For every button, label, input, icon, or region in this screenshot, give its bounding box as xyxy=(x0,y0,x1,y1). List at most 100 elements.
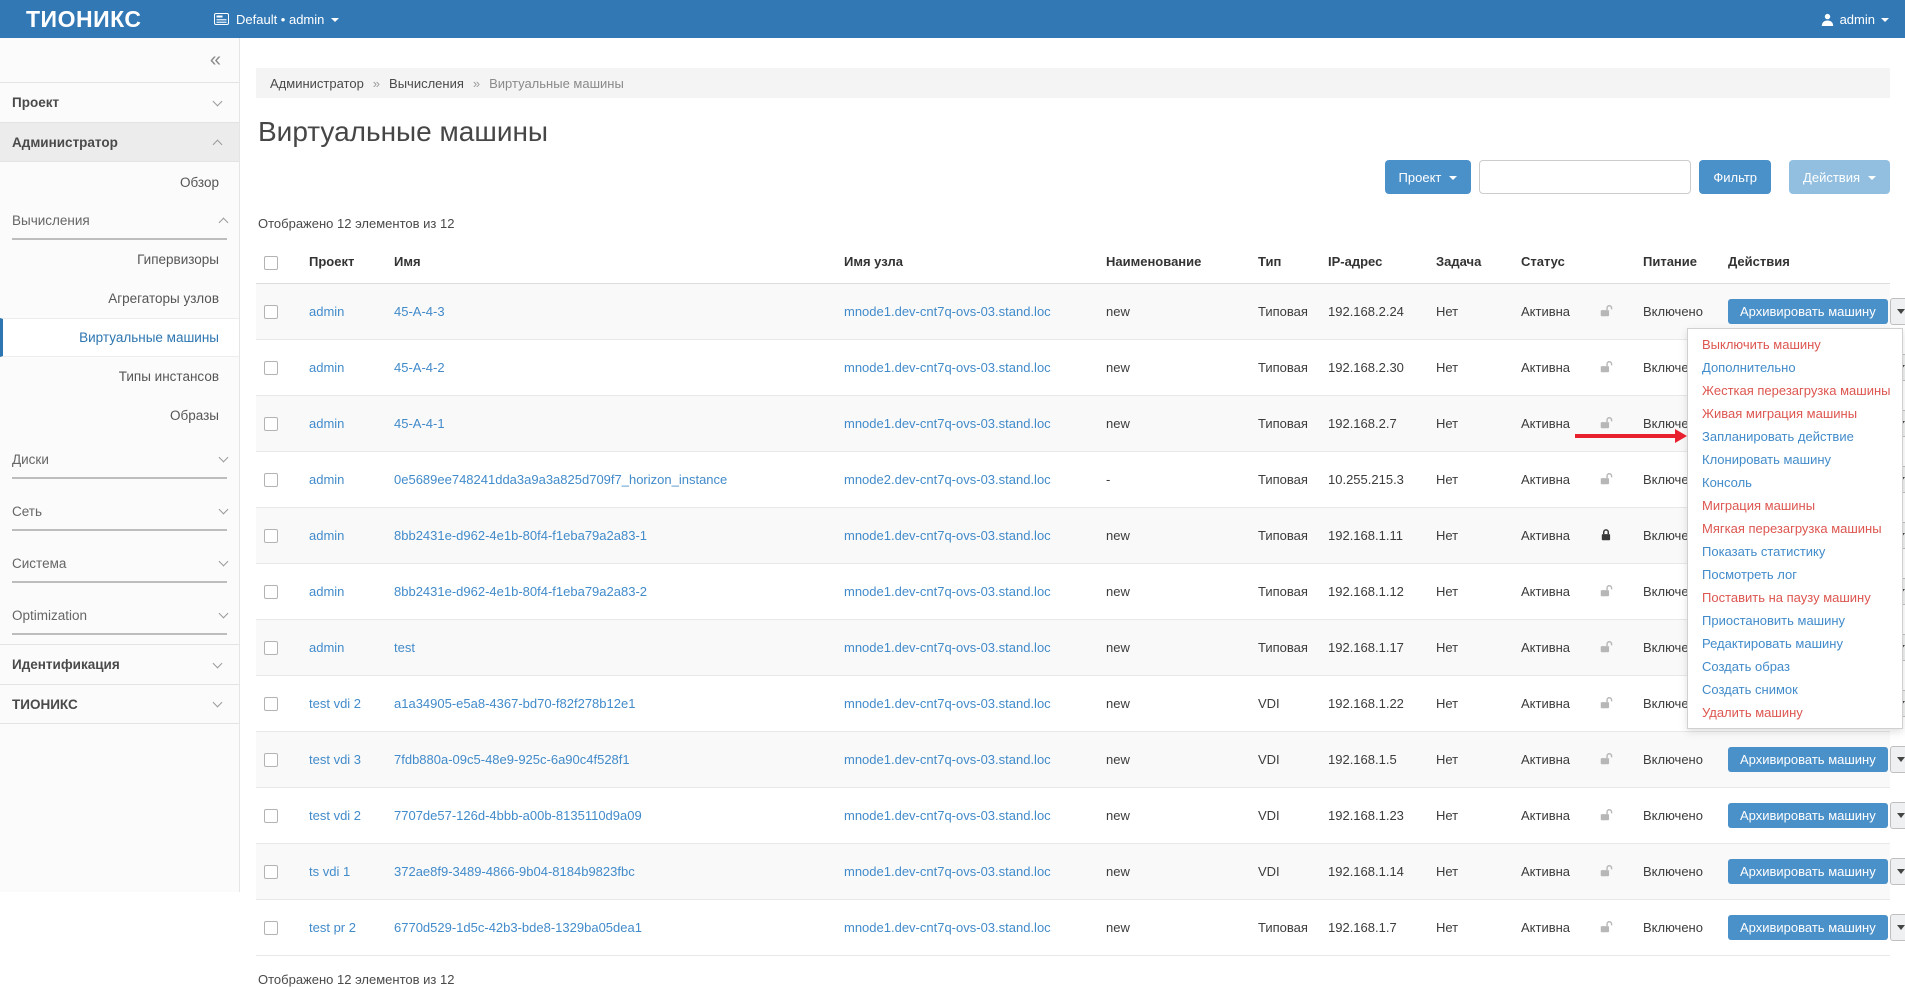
row-checkbox[interactable] xyxy=(264,809,278,823)
menu-item[interactable]: Консоль xyxy=(1688,471,1902,494)
vm-name-link[interactable]: a1a34905-e5a8-4367-bd70-f82f278b12e1 xyxy=(394,696,635,711)
menu-item[interactable]: Создать снимок xyxy=(1688,678,1902,701)
vm-name-link[interactable]: 0e5689ee748241dda3a9a3a825d709f7_horizon… xyxy=(394,472,727,487)
vm-name-link[interactable]: 8bb2431e-d962-4e1b-80f4-f1eba79a2a83-2 xyxy=(394,584,647,599)
row-checkbox[interactable] xyxy=(264,865,278,879)
menu-item[interactable]: Редактировать машину xyxy=(1688,632,1902,655)
sidebar-group-compute[interactable]: Вычисления xyxy=(12,202,227,240)
search-input[interactable] xyxy=(1479,160,1691,194)
row-actions-toggle[interactable] xyxy=(1890,298,1905,325)
filter-button[interactable]: Фильтр xyxy=(1699,160,1771,194)
menu-item[interactable]: Показать статистику xyxy=(1688,540,1902,563)
sidebar-subitem[interactable]: Образы xyxy=(0,396,239,435)
node-name-link[interactable]: mnode1.dev-cnt7q-ovs-03.stand.loc xyxy=(844,528,1051,543)
project-link[interactable]: admin xyxy=(309,472,344,487)
sidebar-subitem[interactable]: Виртуальные машины xyxy=(0,318,239,357)
project-link[interactable]: admin xyxy=(309,304,344,319)
menu-item[interactable]: Создать образ xyxy=(1688,655,1902,678)
row-actions-toggle[interactable] xyxy=(1890,858,1905,885)
menu-item[interactable]: Запланировать действие xyxy=(1688,425,1902,448)
menu-item[interactable]: Живая миграция машины xyxy=(1688,402,1902,425)
archive-vm-button[interactable]: Архивировать машину xyxy=(1728,915,1888,940)
sidebar-subitem[interactable]: Гипервизоры xyxy=(0,240,239,279)
actions-button[interactable]: Действия xyxy=(1789,160,1890,194)
row-checkbox[interactable] xyxy=(264,697,278,711)
archive-vm-button[interactable]: Архивировать машину xyxy=(1728,803,1888,828)
row-actions-toggle[interactable] xyxy=(1890,746,1905,773)
menu-item[interactable]: Клонировать машину xyxy=(1688,448,1902,471)
sidebar-item-overview[interactable]: Обзор xyxy=(0,162,239,202)
row-checkbox[interactable] xyxy=(264,361,278,375)
sidebar-item-admin[interactable]: Администратор xyxy=(0,122,239,162)
node-name-link[interactable]: mnode1.dev-cnt7q-ovs-03.stand.loc xyxy=(844,416,1051,431)
sidebar-subitem[interactable]: Типы инстансов xyxy=(0,357,239,396)
menu-item[interactable]: Дополнительно xyxy=(1688,356,1902,379)
menu-item[interactable]: Поставить на паузу машину xyxy=(1688,586,1902,609)
menu-item[interactable]: Выключить машину xyxy=(1688,333,1902,356)
project-link[interactable]: test pr 2 xyxy=(309,920,356,935)
sidebar-group-optimization[interactable]: Optimization xyxy=(12,597,227,635)
vm-name-link[interactable]: 7fdb880a-09c5-48e9-925c-6a90c4f528f1 xyxy=(394,752,630,767)
vm-name-link[interactable]: test xyxy=(394,640,415,655)
vm-name-link[interactable]: 45-A-4-3 xyxy=(394,304,445,319)
row-checkbox[interactable] xyxy=(264,641,278,655)
node-name-link[interactable]: mnode2.dev-cnt7q-ovs-03.stand.loc xyxy=(844,472,1051,487)
project-link[interactable]: admin xyxy=(309,528,344,543)
vm-name-link[interactable]: 45-A-4-1 xyxy=(394,416,445,431)
project-filter-button[interactable]: Проект xyxy=(1385,160,1472,194)
sidebar-group-network[interactable]: Сеть xyxy=(12,493,227,531)
node-name-link[interactable]: mnode1.dev-cnt7q-ovs-03.stand.loc xyxy=(844,752,1051,767)
node-name-link[interactable]: mnode1.dev-cnt7q-ovs-03.stand.loc xyxy=(844,920,1051,935)
row-checkbox[interactable] xyxy=(264,529,278,543)
sidebar-group-system[interactable]: Система xyxy=(12,545,227,583)
menu-item[interactable]: Приостановить машину xyxy=(1688,609,1902,632)
project-link[interactable]: admin xyxy=(309,416,344,431)
breadcrumb-item[interactable]: Администратор xyxy=(270,76,364,91)
project-link[interactable]: admin xyxy=(309,584,344,599)
sidebar-collapse-button[interactable]: « xyxy=(210,50,221,70)
node-name-link[interactable]: mnode1.dev-cnt7q-ovs-03.stand.loc xyxy=(844,360,1051,375)
node-name-link[interactable]: mnode1.dev-cnt7q-ovs-03.stand.loc xyxy=(844,304,1051,319)
node-name-link[interactable]: mnode1.dev-cnt7q-ovs-03.stand.loc xyxy=(844,808,1051,823)
select-all-checkbox[interactable] xyxy=(264,256,278,270)
row-checkbox[interactable] xyxy=(264,753,278,767)
project-link[interactable]: admin xyxy=(309,360,344,375)
project-context-switcher[interactable]: Default • admin xyxy=(214,12,339,27)
vm-name-link[interactable]: 8bb2431e-d962-4e1b-80f4-f1eba79a2a83-1 xyxy=(394,528,647,543)
row-checkbox[interactable] xyxy=(264,585,278,599)
project-link[interactable]: ts vdi 1 xyxy=(309,864,350,879)
menu-item[interactable]: Мягкая перезагрузка машины xyxy=(1688,517,1902,540)
row-checkbox[interactable] xyxy=(264,473,278,487)
row-actions-toggle[interactable] xyxy=(1890,914,1905,941)
vm-name-link[interactable]: 6770d529-1d5c-42b3-bde8-1329ba05dea1 xyxy=(394,920,642,935)
archive-vm-button[interactable]: Архивировать машину xyxy=(1728,299,1888,324)
menu-item[interactable]: Посмотреть лог xyxy=(1688,563,1902,586)
sidebar-item-identity[interactable]: Идентификация xyxy=(0,644,239,684)
sidebar-group-disks[interactable]: Диски xyxy=(12,441,227,479)
menu-item[interactable]: Удалить машину xyxy=(1688,701,1902,724)
project-link[interactable]: test vdi 2 xyxy=(309,696,361,711)
node-name-link[interactable]: mnode1.dev-cnt7q-ovs-03.stand.loc xyxy=(844,696,1051,711)
vm-name-link[interactable]: 372ae8f9-3489-4866-9b04-8184b9823fbc xyxy=(394,864,635,879)
menu-item[interactable]: Миграция машины xyxy=(1688,494,1902,517)
row-checkbox[interactable] xyxy=(264,305,278,319)
project-link[interactable]: admin xyxy=(309,640,344,655)
node-name-link[interactable]: mnode1.dev-cnt7q-ovs-03.stand.loc xyxy=(844,584,1051,599)
vm-name-link[interactable]: 45-A-4-2 xyxy=(394,360,445,375)
row-actions-toggle[interactable] xyxy=(1890,802,1905,829)
archive-vm-button[interactable]: Архивировать машину xyxy=(1728,747,1888,772)
user-menu[interactable]: admin xyxy=(1821,12,1889,27)
breadcrumb-item[interactable]: Вычисления xyxy=(389,76,464,91)
row-checkbox[interactable] xyxy=(264,417,278,431)
archive-vm-button[interactable]: Архивировать машину xyxy=(1728,859,1888,884)
node-name-link[interactable]: mnode1.dev-cnt7q-ovs-03.stand.loc xyxy=(844,864,1051,879)
menu-item[interactable]: Жесткая перезагрузка машины xyxy=(1688,379,1902,402)
row-checkbox[interactable] xyxy=(264,921,278,935)
vm-name-link[interactable]: 7707de57-126d-4bbb-a00b-8135110d9a09 xyxy=(394,808,642,823)
project-link[interactable]: test vdi 2 xyxy=(309,808,361,823)
sidebar-subitem[interactable]: Агрегаторы узлов xyxy=(0,279,239,318)
sidebar-item-tionix[interactable]: ТИОНИКС xyxy=(0,684,239,724)
node-name-link[interactable]: mnode1.dev-cnt7q-ovs-03.stand.loc xyxy=(844,640,1051,655)
project-link[interactable]: test vdi 3 xyxy=(309,752,361,767)
sidebar-item-project[interactable]: Проект xyxy=(0,82,239,122)
